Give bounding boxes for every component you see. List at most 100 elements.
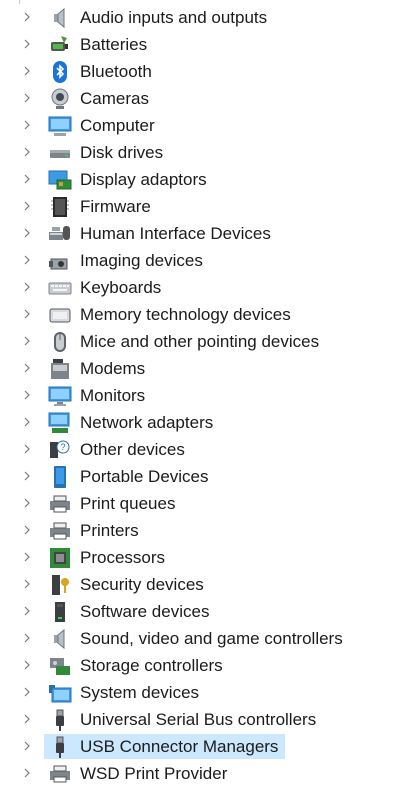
tree-item[interactable]: Human Interface Devices — [0, 220, 410, 247]
mouse-icon — [48, 330, 72, 354]
chevron-right-icon[interactable] — [20, 199, 34, 213]
chevron-right-icon[interactable] — [20, 604, 34, 618]
tree-item[interactable]: Firmware — [0, 193, 410, 220]
tree-item[interactable]: Display adaptors — [0, 166, 410, 193]
usb-connector-icon — [48, 735, 72, 759]
chevron-right-icon[interactable] — [20, 469, 34, 483]
tree-item[interactable]: Bluetooth — [0, 58, 410, 85]
chevron-right-icon[interactable] — [20, 388, 34, 402]
tree-item[interactable]: Computer — [0, 112, 410, 139]
tree-item-label: Processors — [80, 548, 166, 567]
tree-item-label: Cameras — [80, 89, 149, 108]
disk-drive-icon — [48, 141, 72, 165]
chevron-right-icon[interactable] — [20, 442, 34, 456]
memory-card-icon — [48, 303, 72, 327]
tree-item[interactable]: Print queues — [0, 490, 410, 517]
tree-item[interactable]: Software devices — [0, 598, 410, 625]
tree-item-label: Universal Serial Bus controllers — [80, 710, 317, 729]
tree-item[interactable]: Network adapters — [0, 409, 410, 436]
tree-item[interactable]: WSD Print Provider — [0, 760, 410, 787]
hid-icon — [48, 222, 72, 246]
chevron-right-icon[interactable] — [20, 307, 34, 321]
tree-item[interactable]: Universal Serial Bus controllers — [0, 706, 410, 733]
chevron-right-icon[interactable] — [20, 658, 34, 672]
tree-item[interactable]: Security devices — [0, 571, 410, 598]
tree-item[interactable]: USB Connector Managers — [0, 733, 410, 760]
chevron-right-icon[interactable] — [20, 172, 34, 186]
tree-item-label: Keyboards — [80, 278, 162, 297]
computer-icon — [48, 114, 72, 138]
tree-item[interactable]: Storage controllers — [0, 652, 410, 679]
sound-controller-icon — [48, 627, 72, 651]
chevron-right-icon[interactable] — [20, 145, 34, 159]
processor-icon — [48, 546, 72, 570]
chevron-right-icon[interactable] — [20, 64, 34, 78]
tree-item[interactable]: Cameras — [0, 85, 410, 112]
tree-item[interactable]: Memory technology devices — [0, 301, 410, 328]
tree-item[interactable]: Audio inputs and outputs — [0, 4, 410, 31]
tree-item[interactable]: Sound, video and game controllers — [0, 625, 410, 652]
tree-item[interactable]: Printers — [0, 517, 410, 544]
tree-item[interactable]: ? Other devices — [0, 436, 410, 463]
chevron-right-icon[interactable] — [20, 739, 34, 753]
chevron-right-icon[interactable] — [20, 280, 34, 294]
unknown-device-icon: ? — [48, 438, 72, 462]
tree-item-label: System devices — [80, 683, 200, 702]
chevron-right-icon[interactable] — [20, 766, 34, 780]
tree-item[interactable]: Disk drives — [0, 139, 410, 166]
tree-item-label: Sound, video and game controllers — [80, 629, 343, 648]
tree-item-label: Other devices — [80, 440, 185, 459]
tree-item-label: Security devices — [80, 575, 204, 594]
tree-item-label: Display adaptors — [80, 170, 207, 189]
tree-item-label: Mice and other pointing devices — [80, 332, 320, 351]
software-device-icon — [48, 600, 72, 624]
tree-item-label: Portable Devices — [80, 467, 209, 486]
tree-item-label: Software devices — [80, 602, 210, 621]
monitor-icon — [48, 384, 72, 408]
chevron-right-icon[interactable] — [20, 91, 34, 105]
security-device-icon — [48, 573, 72, 597]
tree-item[interactable]: Mice and other pointing devices — [0, 328, 410, 355]
bluetooth-icon — [48, 60, 72, 84]
chevron-right-icon[interactable] — [20, 334, 34, 348]
tree-item-label: Audio inputs and outputs — [80, 8, 268, 27]
printer-icon — [48, 519, 72, 543]
tree-item-label: WSD Print Provider — [80, 764, 228, 783]
chevron-right-icon[interactable] — [20, 712, 34, 726]
network-adapter-icon — [48, 411, 72, 435]
chevron-right-icon[interactable] — [20, 685, 34, 699]
chevron-right-icon[interactable] — [20, 577, 34, 591]
tree-item-label: Human Interface Devices — [80, 224, 271, 243]
firmware-chip-icon — [48, 195, 72, 219]
tree-item[interactable]: Monitors — [0, 382, 410, 409]
chevron-right-icon[interactable] — [20, 118, 34, 132]
tree-item-label: USB Connector Managers — [80, 737, 279, 756]
chevron-right-icon[interactable] — [20, 550, 34, 564]
tree-item-label: Firmware — [80, 197, 151, 216]
tree-item-label: Print queues — [80, 494, 176, 513]
chevron-right-icon[interactable] — [20, 37, 34, 51]
camera-icon — [48, 87, 72, 111]
tree-item[interactable]: Processors — [0, 544, 410, 571]
chevron-right-icon[interactable] — [20, 253, 34, 267]
chevron-right-icon[interactable] — [20, 361, 34, 375]
system-devices-icon — [48, 681, 72, 705]
tree-item[interactable]: Batteries — [0, 31, 410, 58]
chevron-right-icon[interactable] — [20, 226, 34, 240]
wsd-printer-icon — [48, 762, 72, 786]
chevron-right-icon[interactable] — [20, 10, 34, 24]
display-adapter-icon — [48, 168, 72, 192]
tree-item[interactable]: Modems — [0, 355, 410, 382]
tree-item[interactable]: Keyboards — [0, 274, 410, 301]
tree-item[interactable]: Portable Devices — [0, 463, 410, 490]
tree-item-label: Storage controllers — [80, 656, 223, 675]
chevron-right-icon[interactable] — [20, 496, 34, 510]
tree-item[interactable]: Imaging devices — [0, 247, 410, 274]
chevron-right-icon[interactable] — [20, 415, 34, 429]
tree-item-label: Monitors — [80, 386, 146, 405]
chevron-right-icon[interactable] — [20, 523, 34, 537]
print-queue-icon — [48, 492, 72, 516]
chevron-right-icon[interactable] — [20, 631, 34, 645]
tree-item[interactable]: System devices — [0, 679, 410, 706]
storage-controller-icon — [48, 654, 72, 678]
